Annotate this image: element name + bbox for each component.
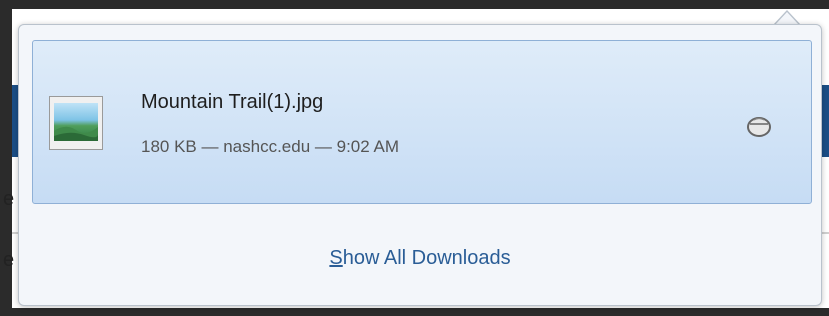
page-text-fragment: e <box>3 188 15 210</box>
show-all-downloads-link[interactable]: Show All Downloads <box>19 247 821 270</box>
show-all-accesskey: S <box>329 247 343 269</box>
page-text-fragment: e <box>3 249 15 271</box>
window-frame-top <box>0 0 829 9</box>
image-file-icon <box>49 96 103 150</box>
download-file-name: Mountain Trail(1).jpg <box>141 91 324 113</box>
downloads-panel: Mountain Trail(1).jpg 180 KB — nashcc.ed… <box>18 24 822 306</box>
download-file-details: 180 KB — nashcc.edu — 9:02 AM <box>141 137 399 156</box>
window-frame-bottom <box>0 308 829 316</box>
download-item[interactable]: Mountain Trail(1).jpg 180 KB — nashcc.ed… <box>32 40 812 204</box>
show-all-label: how All Downloads <box>342 247 511 269</box>
open-folder-icon[interactable] <box>745 114 773 138</box>
